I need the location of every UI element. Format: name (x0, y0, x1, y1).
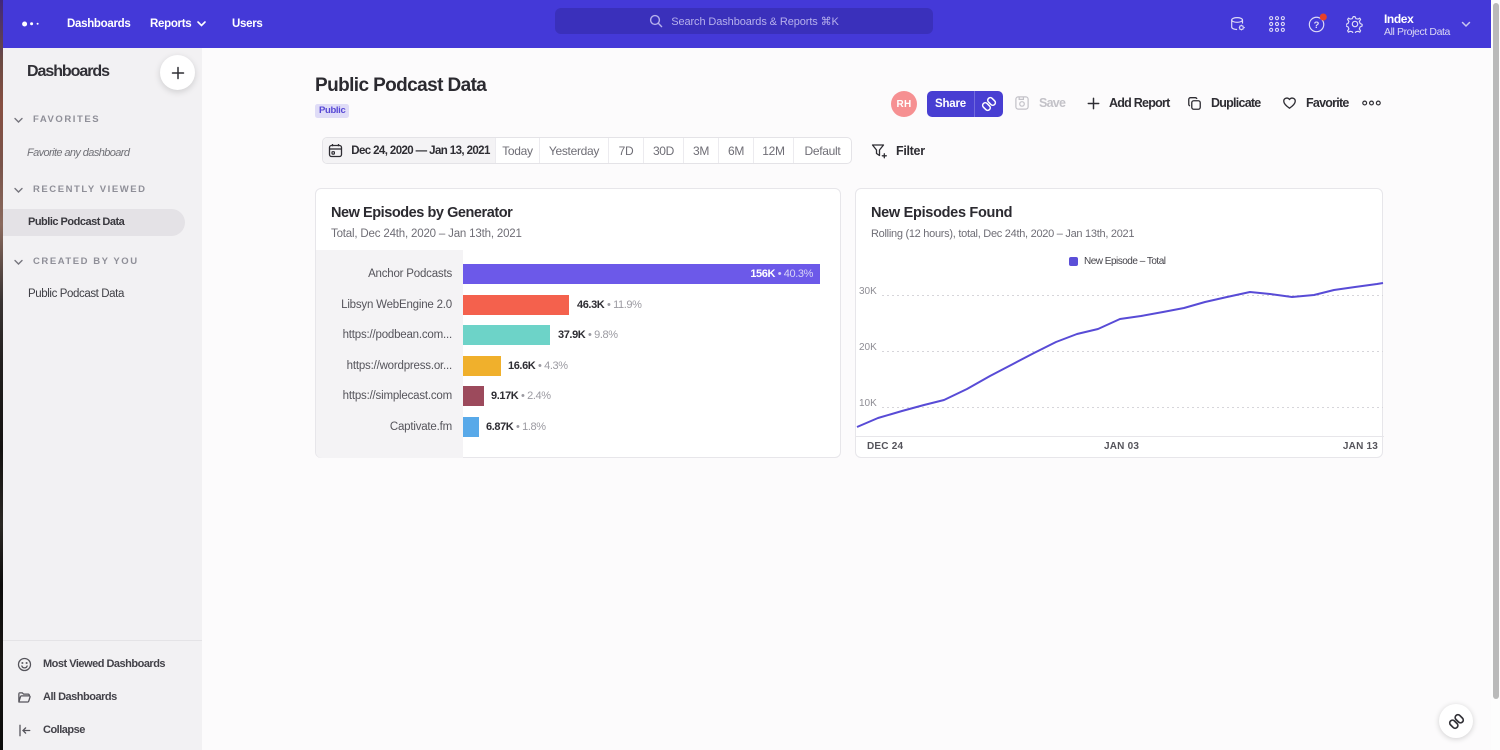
svg-text:?: ? (1314, 20, 1320, 31)
